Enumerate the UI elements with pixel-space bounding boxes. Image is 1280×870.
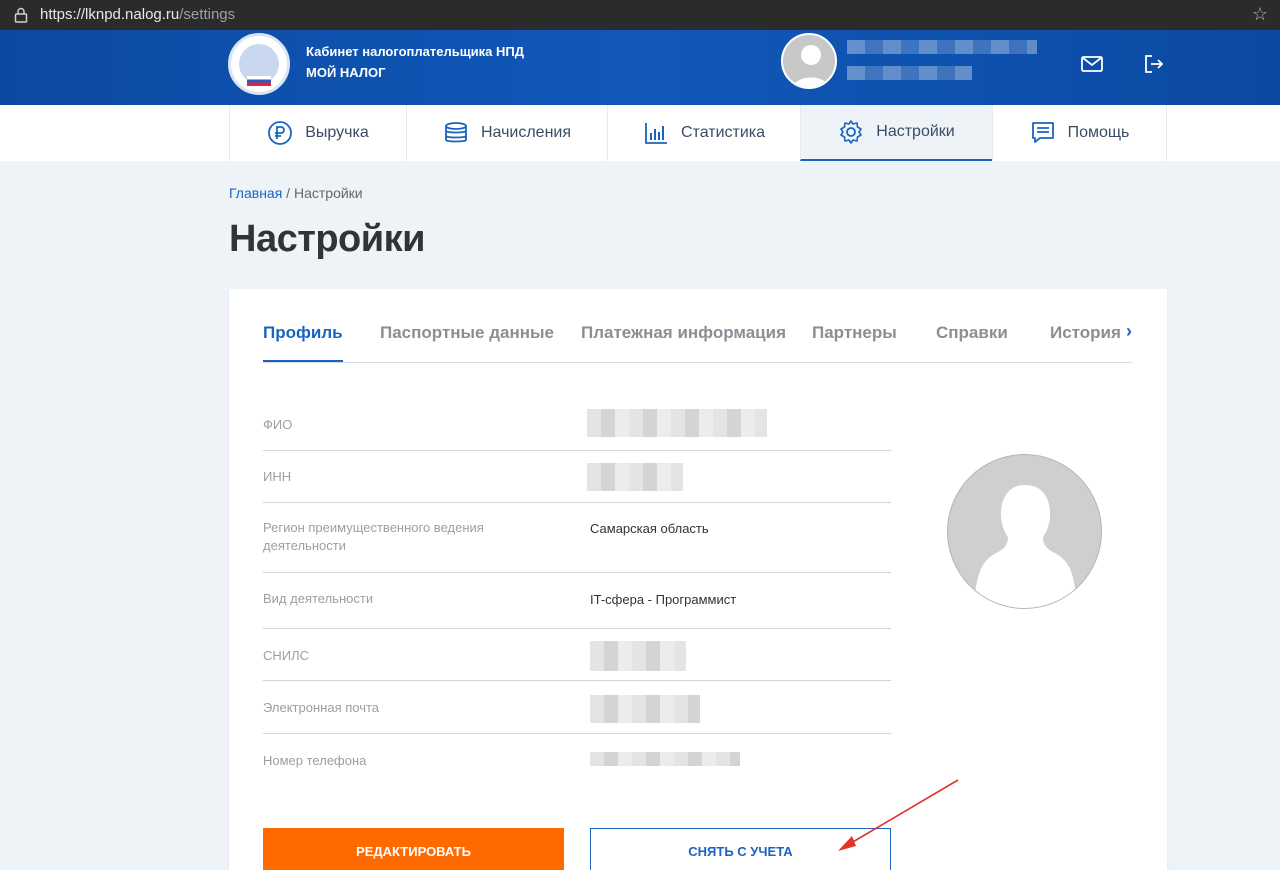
logout-icon[interactable]: [1142, 52, 1166, 76]
nav-label: Начисления: [480, 124, 572, 141]
coins-icon: [445, 122, 467, 143]
profile-photo-placeholder[interactable]: [947, 454, 1102, 609]
nav-item-statistics[interactable]: Статистика: [607, 105, 800, 161]
field-row-region: Регион преимущественного ведения деятель…: [263, 503, 891, 573]
field-label: Электронная почта: [263, 700, 380, 715]
tab-payment-info[interactable]: Платежная информация: [581, 323, 786, 343]
nav-label: Выручка: [305, 124, 369, 141]
edit-button[interactable]: РЕДАКТИРОВАТЬ: [263, 828, 564, 870]
field-label: Регион преимущественного ведения деятель…: [263, 520, 484, 553]
brand-title: Кабинет налогоплательщика НПД: [306, 44, 525, 59]
nav-item-accruals[interactable]: Начисления: [406, 105, 607, 161]
settings-tabs: Профиль Паспортные данные Платежная инфо…: [263, 321, 1132, 363]
gear-icon: [840, 120, 863, 144]
fns-emblem-logo[interactable]: [228, 33, 290, 95]
region-value: Самарская область: [590, 521, 709, 536]
nav-item-help[interactable]: Помощь: [992, 105, 1167, 161]
settings-card: Профиль Паспортные данные Платежная инфо…: [229, 289, 1167, 870]
brand-subtitle: МОЙ НАЛОГ: [306, 65, 386, 80]
chevron-right-icon[interactable]: ›: [1126, 321, 1132, 342]
site-header: Кабинет налогоплательщика НПД МОЙ НАЛОГ: [0, 30, 1280, 105]
bookmark-star-icon[interactable]: ☆: [1252, 4, 1268, 25]
url-host: https://lknpd.nalog.ru: [40, 6, 180, 23]
activity-value: IT-сфера - Программист: [590, 592, 737, 607]
breadcrumb-home-link[interactable]: Главная: [229, 185, 282, 201]
breadcrumb: Главная / Настройки: [229, 185, 363, 201]
page-title: Настройки: [229, 218, 425, 260]
inn-value-redacted: [587, 463, 683, 491]
help-message-icon: [1031, 122, 1054, 143]
deregister-button[interactable]: СНЯТЬ С УЧЕТА: [590, 828, 891, 870]
field-row-inn: ИНН: [263, 451, 891, 503]
lock-icon: [14, 7, 28, 23]
ruble-icon: [268, 121, 293, 145]
user-id-redacted: [847, 66, 972, 80]
field-label: Номер телефона: [263, 753, 367, 768]
phone-value-redacted: [590, 752, 740, 766]
tab-partners[interactable]: Партнеры: [812, 323, 897, 343]
fio-value-redacted: [587, 409, 767, 437]
tab-profile[interactable]: Профиль: [263, 323, 343, 362]
nav-item-settings[interactable]: Настройки: [800, 105, 992, 161]
nav-item-revenue[interactable]: Выручка: [229, 105, 406, 161]
field-label: Вид деятельности: [263, 591, 374, 606]
nav-label: Настройки: [876, 123, 955, 140]
bar-chart-icon: [645, 123, 667, 144]
email-value-redacted: [590, 695, 700, 723]
browser-address-bar: https://lknpd.nalog.ru/settings ☆: [0, 0, 1280, 30]
field-row-phone: Номер телефона: [263, 734, 891, 784]
tab-history[interactable]: История: [1050, 323, 1121, 343]
main-nav: Выручка Начисления Статистика Настройки …: [0, 105, 1280, 161]
address-url[interactable]: https://lknpd.nalog.ru/settings: [40, 6, 235, 23]
field-row-fio: ФИО: [263, 405, 891, 451]
field-row-snils: СНИЛС: [263, 629, 891, 681]
field-row-activity: Вид деятельности IT-сфера - Программист: [263, 573, 891, 629]
mail-icon[interactable]: [1080, 52, 1104, 76]
field-label: СНИЛС: [263, 648, 310, 663]
nav-label: Статистика: [680, 124, 766, 141]
user-name-redacted: [847, 40, 1037, 54]
tab-passport[interactable]: Паспортные данные: [380, 323, 554, 343]
tab-certificates[interactable]: Справки: [936, 323, 1008, 343]
field-row-email: Электронная почта: [263, 681, 891, 734]
field-label: ФИО: [263, 417, 293, 432]
breadcrumb-current: Настройки: [293, 185, 363, 201]
breadcrumb-separator: /: [282, 185, 294, 201]
nav-label: Помощь: [1067, 124, 1130, 141]
field-label: ИНН: [263, 469, 292, 484]
snils-value-redacted: [590, 641, 686, 671]
user-avatar[interactable]: [781, 33, 837, 89]
url-path: /settings: [179, 6, 236, 23]
